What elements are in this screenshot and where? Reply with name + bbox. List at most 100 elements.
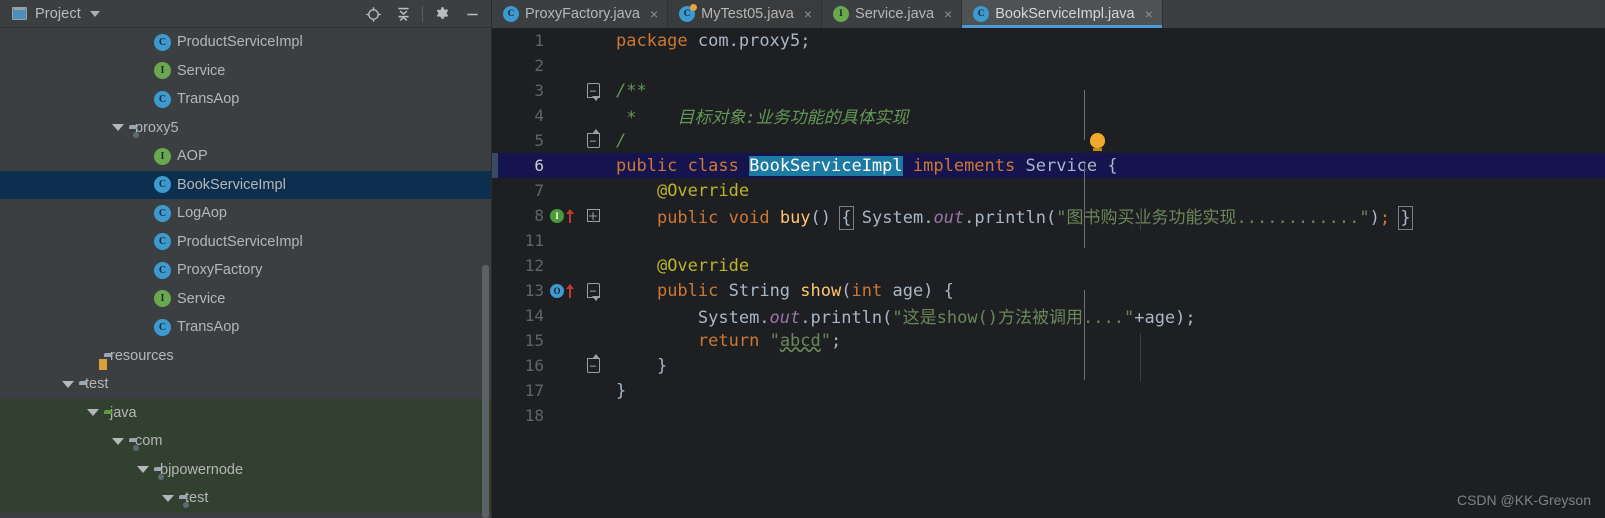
class-icon: C	[154, 204, 171, 222]
fold-gutter[interactable]: −	[580, 354, 606, 373]
tree-item-productserviceimpl[interactable]: C ProductServiceImpl	[0, 228, 491, 257]
close-icon[interactable]: ×	[650, 7, 658, 21]
editor-tab-bookserviceimpl[interactable]: C BookServiceImpl.java ×	[962, 0, 1163, 28]
editor-tab-proxyfactory[interactable]: C ProxyFactory.java ×	[492, 0, 669, 28]
tree-item-proxyfactory[interactable]: C ProxyFactory	[0, 256, 491, 285]
close-icon[interactable]: ×	[944, 7, 952, 21]
editor-tab-bar: C ProxyFactory.java × C MyTest05.java × I Servi…	[492, 0, 1605, 28]
project-panel-scrollbar[interactable]	[482, 265, 489, 518]
tree-item-bjpowernode[interactable]: bjpowernode	[0, 455, 491, 484]
fold-gutter[interactable]: −	[580, 83, 606, 101]
chevron-down-icon[interactable]	[112, 437, 124, 445]
class-icon: C	[154, 233, 171, 251]
gutter-markers[interactable]: O	[550, 283, 580, 298]
tree-item-test[interactable]: test	[0, 484, 491, 513]
tree-item-proxy5[interactable]: proxy5	[0, 114, 491, 143]
code-line-text: public class BookServiceImpl implements …	[616, 155, 1118, 176]
overriding-method-icon[interactable]: O	[550, 283, 564, 298]
intention-bulb-icon[interactable]	[1090, 133, 1105, 151]
tree-item-label: TransAop	[177, 319, 240, 335]
editor-tab-mytest05[interactable]: C MyTest05.java ×	[668, 0, 823, 28]
overrides-arrow-icon[interactable]	[565, 208, 574, 223]
chevron-down-icon[interactable]	[112, 124, 124, 132]
code-line-text: /	[616, 130, 627, 151]
tree-item-service[interactable]: I Service	[0, 285, 491, 314]
tree-item-resources[interactable]: resources	[0, 342, 491, 371]
code-line-2[interactable]: 2	[492, 53, 1605, 78]
code-line-13[interactable]: 13 O − public String show(int age) {	[492, 278, 1605, 303]
line-number: 16	[524, 356, 544, 375]
minimize-icon[interactable]	[457, 0, 487, 28]
close-icon[interactable]: ×	[804, 7, 812, 21]
fold-collapse-icon[interactable]: −	[586, 283, 600, 301]
code-line-16[interactable]: 16 − }	[492, 353, 1605, 378]
panel-toolbar	[358, 0, 487, 28]
chevron-down-icon[interactable]	[87, 409, 99, 417]
fold-gutter[interactable]: −	[580, 129, 606, 148]
tree-item-label: BookServiceImpl	[177, 176, 286, 193]
fold-collapse-icon[interactable]: −	[586, 354, 600, 373]
code-line-text: System.out.println("这是show()方法被调用...."+a…	[697, 308, 1196, 328]
fold-gutter[interactable]: +	[580, 209, 606, 222]
tree-item-java[interactable]: java	[0, 398, 491, 427]
code-line-8[interactable]: 8 I + public void buy() { System.out.print…	[492, 203, 1605, 230]
implements-method-icon[interactable]: I	[550, 208, 564, 223]
toolbar-divider	[422, 6, 423, 22]
tree-item-productserviceimpl[interactable]: C ProductServiceImpl	[0, 28, 491, 57]
gutter-markers[interactable]: I	[550, 208, 580, 223]
chevron-down-icon[interactable]	[162, 494, 174, 502]
locate-icon[interactable]	[358, 0, 388, 28]
class-icon: C	[154, 318, 171, 336]
tree-item-test[interactable]: test	[0, 370, 491, 399]
tree-item-label: ProductServiceImpl	[177, 233, 303, 250]
interface-icon: I	[154, 147, 171, 165]
line-number: 13	[524, 281, 544, 300]
fold-collapse-icon[interactable]: −	[586, 129, 600, 148]
code-line-4[interactable]: 4 * 目标对象:业务功能的具体实现	[492, 103, 1605, 128]
class-icon: C	[154, 33, 171, 51]
fold-gutter[interactable]: −	[580, 283, 606, 301]
interface-icon: I	[833, 6, 850, 22]
code-line-18[interactable]: 18	[492, 403, 1605, 428]
code-line-1[interactable]: 1 package com.proxy5;	[492, 28, 1605, 53]
code-editor[interactable]: 1 package com.proxy5; 2 3−/** 4 * 目标对象:业务功能的…	[492, 28, 1605, 518]
code-line-14[interactable]: 14 System.out.println("这是show()方法被调用....…	[492, 303, 1605, 328]
tree-item-label: ProductServiceImpl	[177, 34, 303, 50]
settings-gear-icon[interactable]	[427, 0, 457, 28]
code-line-6[interactable]: 6 public class BookServiceImpl implements…	[492, 153, 1605, 178]
line-number: 2	[534, 56, 544, 75]
fold-region-line	[1084, 163, 1086, 248]
tree-item-label: AOP	[177, 148, 208, 164]
fold-expand-icon[interactable]: +	[586, 209, 600, 222]
overrides-arrow-icon[interactable]	[565, 283, 574, 298]
close-icon[interactable]: ×	[1145, 7, 1153, 21]
chevron-down-icon[interactable]	[62, 380, 74, 388]
tree-item-logaop[interactable]: C LogAop	[0, 199, 491, 228]
editor-tab-label: Service.java	[855, 6, 935, 22]
line-number: 17	[524, 381, 544, 400]
code-line-text: public void buy() { System.out.println("…	[656, 206, 1413, 230]
code-line-11[interactable]: 11	[492, 228, 1605, 253]
tree-item-service[interactable]: I Service	[0, 57, 491, 86]
collapse-all-icon[interactable]	[388, 0, 418, 28]
tree-item-aop[interactable]: I AOP	[0, 142, 491, 171]
code-line-5[interactable]: 5 − /	[492, 128, 1605, 153]
line-number: 3	[534, 81, 544, 100]
tree-item-transaop[interactable]: C TransAop	[0, 313, 491, 342]
chevron-down-icon[interactable]	[89, 10, 100, 17]
project-tree[interactable]: C ProductServiceImpl I Service C TransAop prox…	[0, 28, 491, 518]
chevron-down-icon[interactable]	[137, 466, 149, 474]
code-line-17[interactable]: 17}	[492, 378, 1605, 403]
tree-item-com[interactable]: com	[0, 427, 491, 456]
class-icon: C	[503, 6, 519, 22]
code-line-7[interactable]: 7 @Override	[492, 178, 1605, 203]
code-line-12[interactable]: 12 @Override	[492, 253, 1605, 278]
tree-item-bookserviceimpl[interactable]: C BookServiceImpl	[0, 170, 491, 199]
fold-collapse-icon[interactable]: −	[586, 83, 600, 101]
code-line-text: /**	[616, 80, 647, 101]
tree-item-transaop[interactable]: C TransAop	[0, 85, 491, 114]
code-line-15[interactable]: 15 return "abcd";	[492, 328, 1605, 353]
editor-tab-service[interactable]: I Service.java ×	[822, 0, 963, 28]
code-line-3[interactable]: 3 −/**	[492, 78, 1605, 103]
editor-area: C ProxyFactory.java × C MyTest05.java × I Servi…	[492, 0, 1605, 518]
